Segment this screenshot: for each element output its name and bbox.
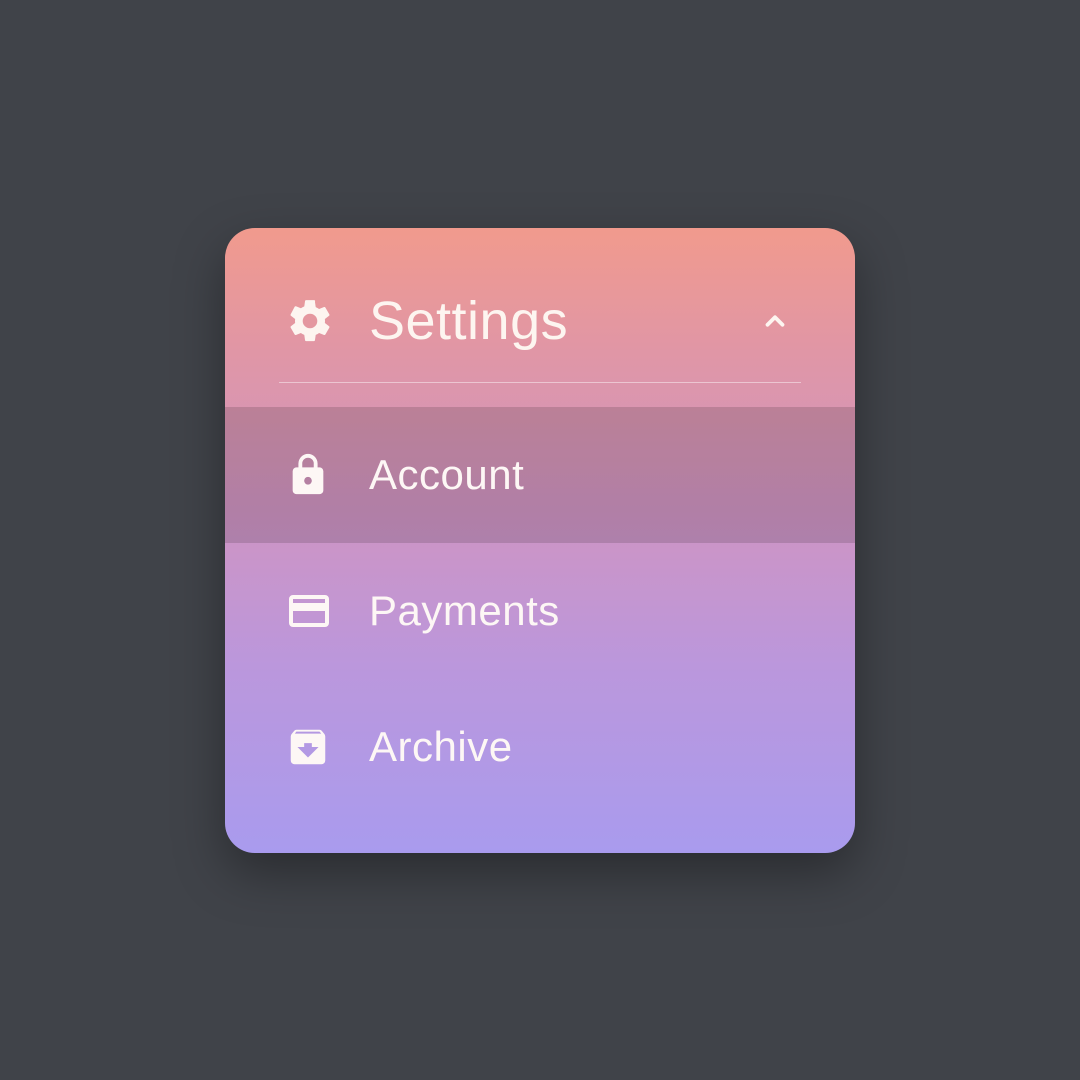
menu-item-label: Payments — [341, 587, 795, 635]
lock-icon — [285, 452, 341, 498]
archive-icon — [285, 724, 341, 770]
menu-item-account[interactable]: Account — [225, 407, 855, 543]
menu-item-label: Archive — [341, 723, 795, 771]
gear-icon — [285, 296, 341, 346]
menu-header-settings[interactable]: Settings — [225, 266, 855, 382]
chevron-up-icon — [755, 306, 795, 336]
menu-item-label: Account — [341, 451, 795, 499]
card-icon — [285, 587, 341, 635]
divider — [279, 382, 801, 383]
settings-menu-card: Settings Account Payments Archi — [225, 228, 855, 853]
menu-header-label: Settings — [341, 290, 755, 352]
menu-item-archive[interactable]: Archive — [225, 679, 855, 815]
menu-item-payments[interactable]: Payments — [225, 543, 855, 679]
